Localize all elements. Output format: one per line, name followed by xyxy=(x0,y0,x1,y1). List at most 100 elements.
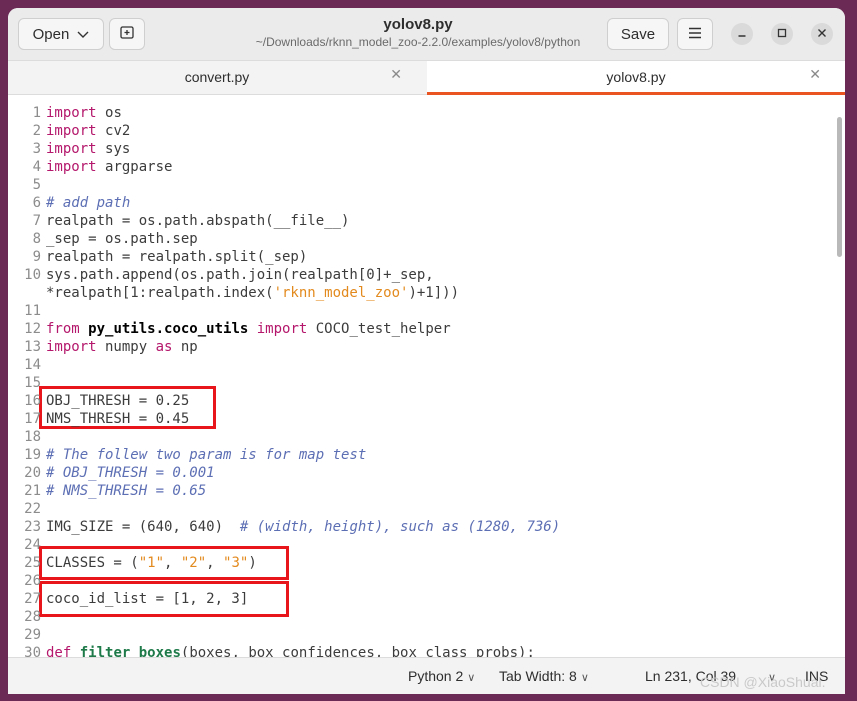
tab-convert-py[interactable]: convert.py ✕ xyxy=(8,61,426,94)
hamburger-menu-button[interactable] xyxy=(677,18,713,50)
code-line[interactable]: 23 IMG_SIZE = (640, 640) # (width, height… xyxy=(8,518,838,536)
code-token: py_utils.coco_utils xyxy=(88,321,249,337)
new-tab-button[interactable] xyxy=(109,18,145,50)
code-token: import xyxy=(46,141,106,157)
code-line[interactable]: 25 CLASSES = ("1", "2", "3") xyxy=(8,554,838,572)
tab-yolov8-py[interactable]: yolov8.py ✕ xyxy=(427,61,845,95)
code-token: ) xyxy=(248,555,257,571)
tab-bar: convert.py ✕ yolov8.py ✕ xyxy=(8,61,845,95)
line-number: 30 xyxy=(24,645,41,657)
code-text: import cv2 xyxy=(46,122,130,140)
code-text: sys.path.append(os.path.join(realpath[0]… xyxy=(46,266,434,284)
code-editor[interactable]: 1 import os 2 import cv2 3 import sys 4 import … xyxy=(8,95,845,657)
code-line[interactable]: 21 # NMS_THRESH = 0.65 xyxy=(8,482,838,500)
code-text: coco_id_list = [1, 2, 3] xyxy=(46,590,248,608)
code-line[interactable]: 22 xyxy=(8,500,838,518)
code-line[interactable]: 20 # OBJ_THRESH = 0.001 xyxy=(8,464,838,482)
code-text: realpath = realpath.split(_sep) xyxy=(46,248,307,266)
code-line[interactable]: 30 def filter_boxes(boxes, box_confidence… xyxy=(8,644,838,657)
chevron-down-icon xyxy=(77,26,89,43)
code-token: "2" xyxy=(180,555,207,571)
code-line[interactable]: 15 xyxy=(8,374,838,392)
code-token: numpy xyxy=(96,339,156,355)
close-window-button[interactable] xyxy=(811,23,833,45)
line-number: 23 xyxy=(24,519,41,535)
code-text: import sys xyxy=(46,140,130,158)
tab-label: convert.py xyxy=(184,69,250,85)
code-line[interactable]: 4 import argparse xyxy=(8,158,838,176)
code-line[interactable]: 8 _sep = os.path.sep xyxy=(8,230,838,248)
code-line[interactable]: 12 from py_utils.coco_utils import COCO_t… xyxy=(8,320,838,338)
code-token: sys xyxy=(105,141,131,157)
hamburger-icon xyxy=(688,26,702,43)
code-line[interactable]: 2 import cv2 xyxy=(8,122,838,140)
close-tab-icon[interactable]: ✕ xyxy=(809,67,821,83)
save-button[interactable]: Save xyxy=(607,18,669,50)
code-token: argparse xyxy=(105,159,173,175)
code-token: as xyxy=(155,339,173,355)
code-line[interactable]: 3 import sys xyxy=(8,140,838,158)
code-token: , xyxy=(164,555,181,571)
code-token: coco_id_list = [1, 2, 3] xyxy=(46,591,249,607)
code-line[interactable]: 17 NMS_THRESH = 0.45 xyxy=(8,410,838,428)
code-token: COCO_test_helper xyxy=(307,321,451,337)
code-line[interactable]: 18 xyxy=(8,428,838,446)
line-number: 22 xyxy=(24,501,41,517)
code-token: cv2 xyxy=(105,123,131,139)
maximize-button[interactable] xyxy=(771,23,793,45)
code-text: # OBJ_THRESH = 0.001 xyxy=(46,464,215,482)
code-token: CLASSES = ( xyxy=(46,555,139,571)
code-line[interactable]: 13 import numpy as np xyxy=(8,338,838,356)
code-line[interactable]: 11 xyxy=(8,302,838,320)
open-button[interactable]: Open xyxy=(18,18,104,50)
close-tab-icon[interactable]: ✕ xyxy=(390,67,402,83)
code-text: *realpath[1:realpath.index('rknn_model_z… xyxy=(46,284,459,302)
line-number: 9 xyxy=(32,249,41,265)
tab-label: yolov8.py xyxy=(606,69,666,85)
code-line[interactable]: 26 xyxy=(8,572,838,590)
line-number: 10 xyxy=(24,267,41,283)
line-number: 6 xyxy=(32,195,41,211)
code-text: # The follew two param is for map test xyxy=(46,446,366,464)
open-button-label: Open xyxy=(32,25,70,43)
editor-window: Open yolov8.py ~/Downloads/rknn_model_zo… xyxy=(8,8,845,694)
code-token: # (width, height), such as (1280, 736) xyxy=(239,519,561,535)
line-number: 29 xyxy=(24,627,41,643)
language-label: Python 2 xyxy=(408,668,464,684)
code-token: OBJ_THRESH = 0.25 xyxy=(46,393,190,409)
code-line[interactable]: 10 sys.path.append(os.path.join(realpath[… xyxy=(8,266,838,284)
code-line[interactable]: 5 xyxy=(8,176,838,194)
title-bar: Open yolov8.py ~/Downloads/rknn_model_zo… xyxy=(8,8,845,61)
code-token: realpath = realpath.split(_sep) xyxy=(46,249,308,265)
code-line[interactable]: 1 import os xyxy=(8,104,838,122)
line-number: 8 xyxy=(32,231,41,247)
code-line[interactable]: 29 xyxy=(8,626,838,644)
code-line[interactable]: 14 xyxy=(8,356,838,374)
code-line[interactable]: 28 xyxy=(8,608,838,626)
code-line[interactable]: 7 realpath = os.path.abspath(__file__) xyxy=(8,212,838,230)
line-number: 15 xyxy=(24,375,41,391)
code-token: (boxes, box_confidences, box_class_probs… xyxy=(180,645,535,657)
code-token: def xyxy=(46,645,72,657)
minimize-button[interactable] xyxy=(731,23,753,45)
code-token: IMG_SIZE = (640, 640) xyxy=(46,519,240,535)
line-number: 18 xyxy=(24,429,41,445)
line-number: 14 xyxy=(24,357,41,373)
code-token: "3" xyxy=(223,555,249,571)
code-text: NMS_THRESH = 0.45 xyxy=(46,410,189,428)
code-line[interactable]: 9 realpath = realpath.split(_sep) xyxy=(8,248,838,266)
code-token: np xyxy=(172,339,198,355)
language-selector[interactable]: Python 2 ∨ xyxy=(408,668,475,684)
code-line[interactable]: 24 xyxy=(8,536,838,554)
line-number: 27 xyxy=(24,591,41,607)
code-line[interactable]: 27 coco_id_list = [1, 2, 3] xyxy=(8,590,838,608)
tab-width-selector[interactable]: Tab Width: 8 ∨ xyxy=(499,668,589,684)
code-line[interactable]: 19 # The follew two param is for map test xyxy=(8,446,838,464)
code-text: # NMS_THRESH = 0.65 xyxy=(46,482,206,500)
code-line[interactable]: 6 # add path xyxy=(8,194,838,212)
code-line[interactable]: *realpath[1:realpath.index('rknn_model_z… xyxy=(8,284,838,302)
code-line[interactable]: 16 OBJ_THRESH = 0.25 xyxy=(8,392,838,410)
line-number: 19 xyxy=(24,447,41,463)
line-number: 21 xyxy=(24,483,41,499)
